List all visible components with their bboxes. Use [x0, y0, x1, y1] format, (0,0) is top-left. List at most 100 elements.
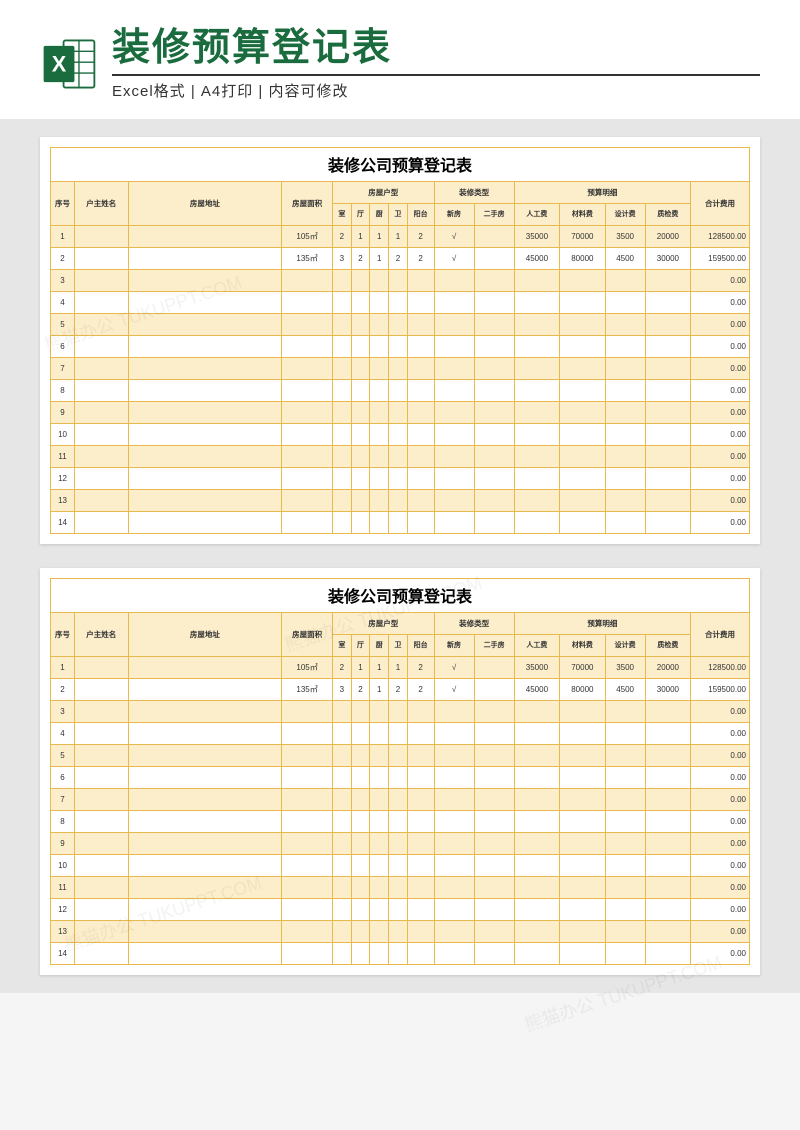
- table-cell: [407, 920, 434, 942]
- col-hall-header: 厅: [351, 634, 370, 656]
- table-cell: [474, 876, 514, 898]
- table-cell: 0.00: [691, 810, 750, 832]
- table-cell: 5: [51, 313, 75, 335]
- table-cell: [645, 722, 690, 744]
- table-cell: [645, 876, 690, 898]
- table-cell: [75, 401, 128, 423]
- table-cell: [389, 942, 408, 964]
- table-cell: [514, 335, 559, 357]
- table-cell: [351, 942, 370, 964]
- table-cell: [282, 313, 333, 335]
- table-cell: [370, 898, 389, 920]
- table-cell: 11: [51, 445, 75, 467]
- table-cell: [514, 766, 559, 788]
- table-row: 100.00: [51, 854, 750, 876]
- table-cell: [75, 788, 128, 810]
- table-cell: [514, 401, 559, 423]
- table-cell: [389, 401, 408, 423]
- table-cell: [605, 379, 645, 401]
- table-cell: [370, 876, 389, 898]
- table-cell: 70000: [560, 656, 605, 678]
- table-cell: [75, 942, 128, 964]
- table-cell: [370, 291, 389, 313]
- table-cell: [514, 898, 559, 920]
- table-cell: 0.00: [691, 291, 750, 313]
- col-decoration-type-group-header: 装修类型: [434, 181, 514, 203]
- table-cell: [389, 445, 408, 467]
- table-cell: [370, 832, 389, 854]
- table-cell: [351, 379, 370, 401]
- table-cell: 0.00: [691, 920, 750, 942]
- table-cell: [351, 898, 370, 920]
- table-cell: [605, 700, 645, 722]
- table-cell: 2: [351, 247, 370, 269]
- table-cell: [332, 401, 351, 423]
- table-cell: [474, 247, 514, 269]
- table-cell: 135㎡: [282, 247, 333, 269]
- col-total-header: 合计费用: [691, 181, 750, 225]
- sheet-preview-2: 装修公司预算登记表序号户主姓名房屋地址房屋面积房屋户型装修类型预算明细合计费用室…: [40, 568, 760, 975]
- table-cell: 159500.00: [691, 678, 750, 700]
- table-cell: [645, 401, 690, 423]
- table-cell: [389, 722, 408, 744]
- table-cell: [407, 722, 434, 744]
- table-cell: 128500.00: [691, 656, 750, 678]
- table-cell: 13: [51, 920, 75, 942]
- table-cell: 128500.00: [691, 225, 750, 247]
- table-cell: [128, 445, 282, 467]
- table-cell: [560, 920, 605, 942]
- table-cell: 1: [351, 225, 370, 247]
- table-cell: [474, 700, 514, 722]
- table-cell: [75, 722, 128, 744]
- table-cell: 10: [51, 854, 75, 876]
- table-cell: 6: [51, 335, 75, 357]
- table-cell: [474, 898, 514, 920]
- col-area-header: 房屋面积: [282, 181, 333, 225]
- table-cell: [128, 722, 282, 744]
- table-row: 70.00: [51, 788, 750, 810]
- table-cell: [474, 445, 514, 467]
- table-cell: [407, 423, 434, 445]
- table-row: 80.00: [51, 810, 750, 832]
- table-cell: [128, 313, 282, 335]
- table-cell: [282, 700, 333, 722]
- table-cell: [560, 744, 605, 766]
- table-cell: [75, 898, 128, 920]
- table-cell: 0.00: [691, 335, 750, 357]
- table-cell: [282, 401, 333, 423]
- table-cell: [407, 854, 434, 876]
- table-cell: 0.00: [691, 876, 750, 898]
- table-cell: [605, 722, 645, 744]
- table-cell: [514, 423, 559, 445]
- table-cell: [560, 467, 605, 489]
- table-cell: [407, 313, 434, 335]
- table-cell: [75, 511, 128, 533]
- col-balcony-header: 阳台: [407, 634, 434, 656]
- excel-icon: X: [40, 35, 98, 93]
- table-cell: [645, 379, 690, 401]
- col-house-type-group-header: 房屋户型: [332, 181, 434, 203]
- col-owner-header: 户主姓名: [75, 181, 128, 225]
- table-cell: [370, 744, 389, 766]
- table-cell: 4500: [605, 247, 645, 269]
- table-cell: [128, 744, 282, 766]
- table-cell: 1: [351, 656, 370, 678]
- table-cell: [514, 700, 559, 722]
- table-cell: [434, 722, 474, 744]
- table-cell: 12: [51, 467, 75, 489]
- table-cell: [389, 898, 408, 920]
- table-cell: [560, 854, 605, 876]
- table-cell: [514, 942, 559, 964]
- table-cell: 135㎡: [282, 678, 333, 700]
- table-cell: [645, 700, 690, 722]
- col-house-type-group-header: 房屋户型: [332, 612, 434, 634]
- table-cell: [370, 489, 389, 511]
- table-cell: [332, 810, 351, 832]
- table-cell: [75, 854, 128, 876]
- table-cell: [332, 511, 351, 533]
- table-cell: 20000: [645, 225, 690, 247]
- table-cell: [407, 942, 434, 964]
- table-row: 140.00: [51, 511, 750, 533]
- col-seq-header: 序号: [51, 612, 75, 656]
- col-seq-header: 序号: [51, 181, 75, 225]
